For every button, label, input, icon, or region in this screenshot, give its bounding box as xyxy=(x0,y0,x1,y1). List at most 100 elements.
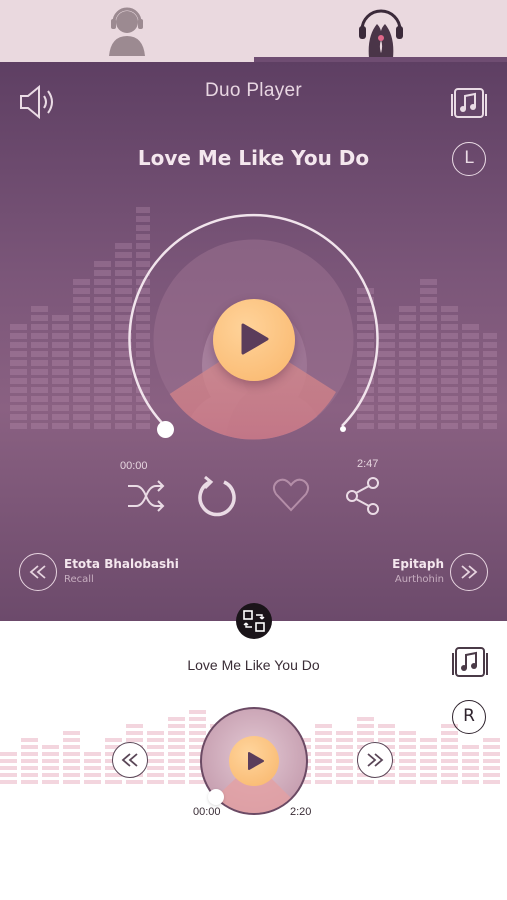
equalizer-bar-segment xyxy=(462,773,479,777)
right-channel-player: Love Me Like You Do R 00:00 2:20 xyxy=(0,621,507,900)
favorite-button[interactable] xyxy=(272,476,310,518)
equalizer-bar-segment xyxy=(94,297,111,303)
equalizer-bar-segment xyxy=(94,306,111,312)
equalizer-bar-segment xyxy=(52,360,69,366)
equalizer-bar-segment xyxy=(21,745,38,749)
duo-player-screen: Duo Player Love Me Like You Do L 00:00 2… xyxy=(0,0,507,900)
bottom-previous-button[interactable] xyxy=(112,742,148,778)
equalizer-bar-segment xyxy=(378,780,395,784)
equalizer-bar-segment xyxy=(462,745,479,749)
equalizer-bar-segment xyxy=(399,423,416,429)
equalizer-bar-segment xyxy=(94,369,111,375)
equalizer-bar-segment xyxy=(168,773,185,777)
equalizer-bar-segment xyxy=(42,766,59,770)
equalizer-bar-segment xyxy=(420,423,437,429)
bottom-seek-handle[interactable] xyxy=(208,789,224,805)
fast-forward-icon xyxy=(367,753,384,767)
equalizer-bar-segment xyxy=(462,360,479,366)
equalizer-bar-segment xyxy=(399,387,416,393)
equalizer-bar-segment xyxy=(0,759,17,763)
equalizer-bar-segment xyxy=(441,759,458,763)
equalizer-bar-segment xyxy=(420,360,437,366)
equalizer-bar-segment xyxy=(420,342,437,348)
tab-duo-listener[interactable] xyxy=(254,0,507,62)
repeat-button[interactable] xyxy=(196,474,238,522)
equalizer-bar-segment xyxy=(378,731,395,735)
equalizer-bar-segment xyxy=(31,306,48,312)
equalizer-bar-segment xyxy=(462,333,479,339)
equalizer-bar-segment xyxy=(483,414,500,420)
equalizer-bar-segment xyxy=(315,731,332,735)
bottom-song-title: Love Me Like You Do xyxy=(187,657,320,673)
channel-badge-right[interactable]: R xyxy=(452,700,486,734)
bottom-next-button[interactable] xyxy=(357,742,393,778)
app-title: Duo Player xyxy=(205,80,302,101)
next-track-info[interactable]: Epitaph Aurthohin xyxy=(392,557,444,585)
tab-single-listener[interactable] xyxy=(0,0,253,62)
shuffle-button[interactable] xyxy=(126,476,166,520)
next-track-artist: Aurthohin xyxy=(394,574,444,585)
equalizer-bar-segment xyxy=(441,780,458,784)
equalizer-bar-segment xyxy=(21,759,38,763)
equalizer-bar-segment xyxy=(147,759,164,763)
equalizer-bar-segment xyxy=(147,738,164,742)
equalizer-bar-segment xyxy=(462,369,479,375)
song-title: Love Me Like You Do xyxy=(137,146,370,170)
equalizer-bar-segment xyxy=(483,378,500,384)
previous-track-info[interactable]: Etota Bhalobashi Recall xyxy=(64,557,179,585)
equalizer-bar-segment xyxy=(31,342,48,348)
equalizer-bar-segment xyxy=(441,405,458,411)
equalizer-bar-segment xyxy=(0,780,17,784)
channel-badge-left[interactable]: L xyxy=(452,142,486,176)
equalizer-bar-segment xyxy=(462,423,479,429)
playlist-button[interactable] xyxy=(449,86,489,120)
previous-track-button[interactable] xyxy=(19,553,57,591)
equalizer-bar-segment xyxy=(399,738,416,742)
equalizer-bar-segment xyxy=(399,414,416,420)
equalizer-bar-segment xyxy=(73,288,90,294)
next-track-button[interactable] xyxy=(450,553,488,591)
swap-players-button[interactable] xyxy=(236,603,272,639)
equalizer-bar-segment xyxy=(168,724,185,728)
equalizer-bar-segment xyxy=(357,724,374,728)
equalizer-bar-segment xyxy=(399,396,416,402)
bottom-play-button[interactable] xyxy=(229,736,279,786)
equalizer-bar-segment xyxy=(63,745,80,749)
equalizer-bar-segment xyxy=(0,752,17,756)
equalizer-bar-segment xyxy=(147,752,164,756)
equalizer-bar-segment xyxy=(441,360,458,366)
equalizer-bar-segment xyxy=(31,423,48,429)
equalizer-bar-segment xyxy=(10,324,27,330)
equalizer-bar-segment xyxy=(315,759,332,763)
equalizer-bar-segment xyxy=(73,324,90,330)
equalizer-bar-segment xyxy=(399,351,416,357)
equalizer-bar-segment xyxy=(31,369,48,375)
equalizer-bar-segment xyxy=(420,766,437,770)
equalizer-bar-segment xyxy=(126,780,143,784)
previous-track-artist: Recall xyxy=(64,574,94,585)
equalizer-bar-segment xyxy=(52,423,69,429)
equalizer-bar-segment xyxy=(336,780,353,784)
equalizer-bar-segment xyxy=(10,387,27,393)
seek-handle[interactable] xyxy=(157,421,174,438)
equalizer-bar-segment xyxy=(73,369,90,375)
equalizer-bar-segment xyxy=(357,780,374,784)
equalizer-bar-segment xyxy=(336,759,353,763)
equalizer-bar-segment xyxy=(10,405,27,411)
two-faces-headphones-icon xyxy=(358,9,403,58)
equalizer-bar-segment xyxy=(378,724,395,728)
equalizer-bar-segment xyxy=(420,306,437,312)
equalizer-bar-segment xyxy=(441,731,458,735)
bottom-playlist-button[interactable] xyxy=(450,645,490,679)
seek-end-marker xyxy=(340,426,346,432)
play-button[interactable] xyxy=(213,299,295,381)
equalizer-bar-segment xyxy=(31,396,48,402)
equalizer-bar-segment xyxy=(336,731,353,735)
equalizer-bar-segment xyxy=(31,315,48,321)
equalizer-bar-segment xyxy=(63,738,80,742)
equalizer-bar-segment xyxy=(315,780,332,784)
equalizer-bar-segment xyxy=(483,369,500,375)
equalizer-bar-segment xyxy=(336,773,353,777)
equalizer-bar-segment xyxy=(52,369,69,375)
share-button[interactable] xyxy=(344,476,382,520)
